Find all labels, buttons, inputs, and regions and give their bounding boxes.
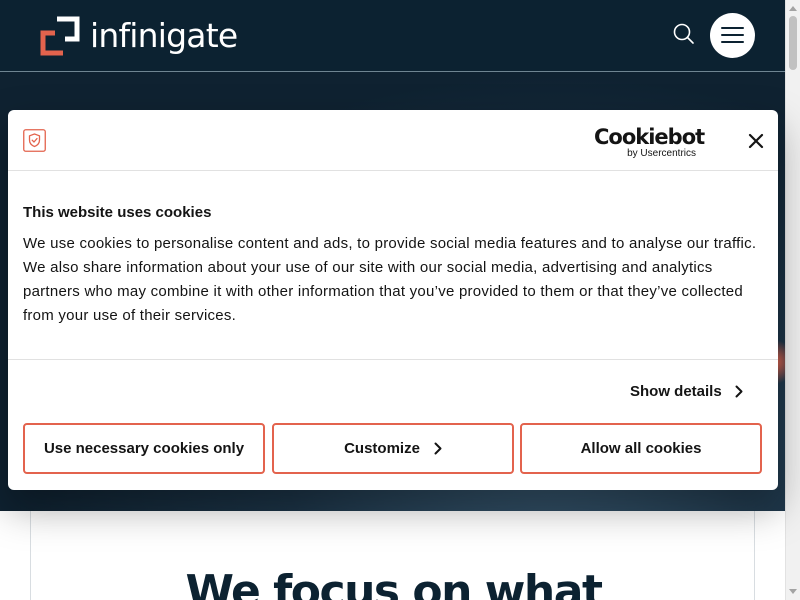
page-headline: We focus on what [185, 566, 603, 600]
hamburger-menu-icon [721, 27, 744, 29]
search-button[interactable] [670, 20, 698, 48]
infinigate-logo[interactable]: infinigate [40, 16, 238, 56]
shield-icon[interactable] [23, 129, 46, 152]
use-necessary-cookies-button[interactable]: Use necessary cookies only [23, 423, 265, 474]
hamburger-menu-icon-line [721, 34, 744, 36]
cookiebot-logo-text: Cookiebot [594, 125, 705, 149]
close-icon [748, 133, 764, 149]
show-details-label: Show details [630, 382, 722, 400]
cookiebot-logo-subtext: by Usercentrics [627, 148, 696, 159]
chevron-right-icon [735, 385, 743, 397]
page-scrollbar[interactable] [785, 0, 800, 600]
allow-all-cookies-button[interactable]: Allow all cookies [520, 423, 762, 474]
close-dialog-button[interactable] [745, 130, 767, 152]
dialog-header: Cookiebot by Usercentrics [8, 110, 778, 171]
dialog-divider [8, 359, 778, 360]
cookie-consent-dialog: Cookiebot by Usercentrics This website u… [8, 110, 778, 490]
content-card: We focus on what [30, 511, 755, 600]
scrollbar-thumb[interactable] [789, 16, 797, 70]
infinigate-logo-icon [40, 16, 80, 56]
site-header: infinigate [0, 0, 785, 72]
hamburger-menu-icon-line [721, 41, 744, 43]
customize-button[interactable]: Customize [272, 423, 514, 474]
search-icon [673, 23, 694, 44]
scroll-down-arrow-icon[interactable] [789, 589, 797, 594]
menu-button[interactable] [710, 13, 755, 58]
dialog-body-text: We use cookies to personalise content an… [23, 235, 757, 324]
chevron-right-icon [434, 442, 442, 455]
dialog-title: This website uses cookies [23, 204, 212, 221]
scroll-up-arrow-icon[interactable] [789, 6, 797, 11]
show-details-link[interactable]: Show details [630, 380, 743, 402]
logo-text: infinigate [90, 16, 238, 55]
customize-button-label: Customize [344, 440, 420, 457]
cookiebot-logo[interactable]: Cookiebot by Usercentrics [594, 125, 705, 159]
